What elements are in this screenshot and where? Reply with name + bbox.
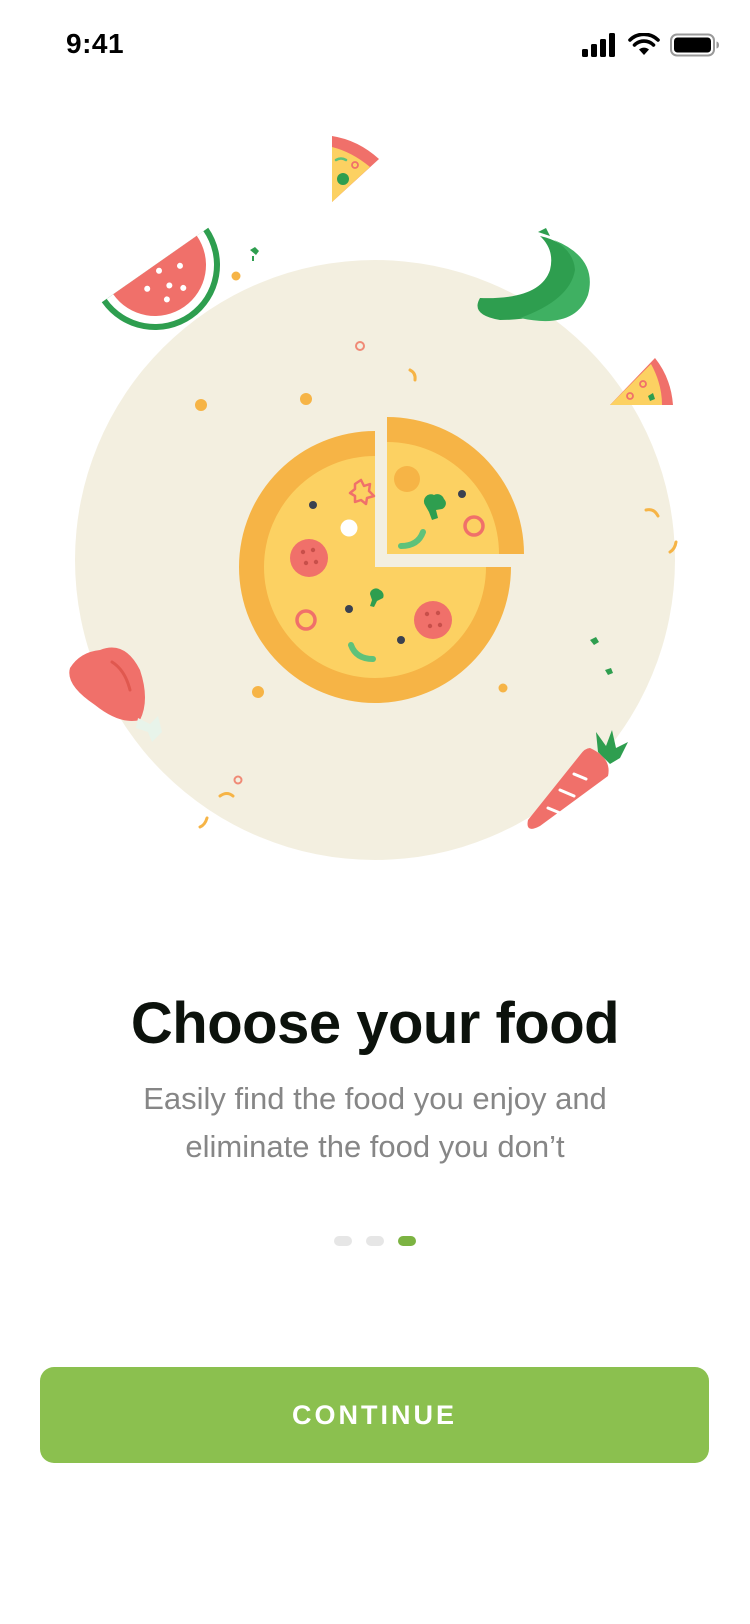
- page-dot-2[interactable]: [366, 1236, 384, 1246]
- page-dot-3-active[interactable]: [398, 1236, 416, 1246]
- battery-icon: [670, 33, 719, 57]
- onboarding-illustration: [0, 100, 750, 880]
- subtitle-line-2: eliminate the food you don’t: [185, 1129, 565, 1164]
- status-bar: 9:41: [0, 0, 750, 96]
- food-illustration: [69, 136, 678, 860]
- page-subtitle: Easily find the food you enjoy and elimi…: [95, 1075, 655, 1171]
- continue-button[interactable]: CONTINUE: [40, 1367, 709, 1463]
- wifi-icon: [628, 33, 660, 55]
- small-pizza-slice-icon: [332, 136, 379, 202]
- subtitle-line-1: Easily find the food you enjoy and: [143, 1081, 607, 1116]
- pagination-dots: [0, 1236, 750, 1246]
- status-icons: [582, 30, 720, 60]
- banana-icon: [477, 228, 590, 322]
- page-dot-1[interactable]: [334, 1236, 352, 1246]
- cellular-signal-icon: [582, 33, 615, 57]
- page-title: Choose your food: [130, 991, 620, 1056]
- status-time: 9:41: [66, 28, 125, 59]
- right-pizza-slice-icon: [610, 358, 673, 405]
